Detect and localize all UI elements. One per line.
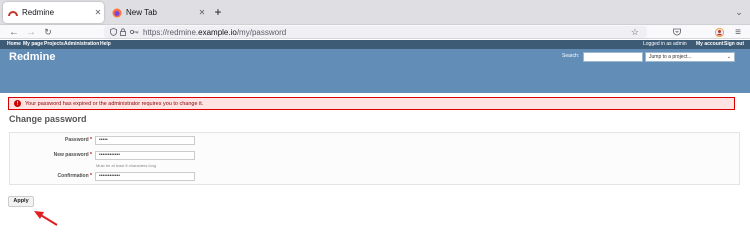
sign-out-link[interactable]: Sign out xyxy=(724,41,744,47)
top-menu-projects[interactable]: Projects xyxy=(44,41,64,47)
apply-button[interactable]: Apply xyxy=(8,196,34,207)
browser-nav-bar: ← → ↻ https://redmine.example.io/my/pass… xyxy=(0,25,750,39)
page-title: Change password xyxy=(9,114,87,124)
firefox-favicon-icon xyxy=(112,8,122,18)
main-content: ! Your password has expired or the admin… xyxy=(0,93,750,242)
forward-arrow-icon[interactable]: → xyxy=(25,25,37,39)
url-text: https://redmine.example.io/my/password xyxy=(143,27,287,37)
tab-redmine[interactable]: Redmine ✕ xyxy=(3,2,104,23)
tab-title: Redmine xyxy=(22,8,55,17)
search-input[interactable] xyxy=(583,52,643,62)
jump-to-project-select[interactable]: Jump to a project... ⌄ xyxy=(645,52,735,62)
url-bar[interactable]: https://redmine.example.io/my/password ☆ xyxy=(104,26,647,38)
top-menu: Home My page Projects Administration Hel… xyxy=(0,40,750,49)
password-label: Password * xyxy=(65,137,92,143)
flash-error-message: Your password has expired or the adminis… xyxy=(25,100,204,107)
close-tab-icon[interactable]: ✕ xyxy=(92,8,104,17)
browser-tab-strip: Redmine ✕ New Tab ✕ + ⌄ xyxy=(0,0,750,25)
tab-title: New Tab xyxy=(126,8,157,17)
confirmation-field[interactable]: •••••••••••• xyxy=(95,172,195,181)
lock-icon[interactable] xyxy=(118,28,128,36)
password-length-hint: Must be at least 8 characters long xyxy=(96,163,157,168)
jump-to-project-text: Jump to a project... xyxy=(649,54,692,60)
required-mark: * xyxy=(90,173,92,179)
shield-icon[interactable] xyxy=(108,28,118,36)
password-field[interactable]: ••••• xyxy=(95,136,195,145)
site-header: Redmine Search: Jump to a project... ⌄ xyxy=(0,49,750,93)
search-label: Search: xyxy=(562,53,580,59)
pocket-icon[interactable] xyxy=(671,25,683,39)
new-tab-plus-icon[interactable]: + xyxy=(211,4,225,20)
redmine-favicon-icon xyxy=(8,8,18,18)
my-account-link[interactable]: My account xyxy=(696,41,724,47)
password-form-box: Password * ••••• New password * ••••••••… xyxy=(9,132,740,185)
account-avatar-icon[interactable] xyxy=(713,25,725,39)
close-tab-icon[interactable]: ✕ xyxy=(196,8,208,17)
bookmark-star-icon[interactable]: ☆ xyxy=(631,27,639,38)
tab-new-tab[interactable]: New Tab ✕ xyxy=(107,2,208,23)
reload-icon[interactable]: ↻ xyxy=(42,25,54,39)
back-arrow-icon[interactable]: ← xyxy=(8,25,20,39)
top-menu-my-page[interactable]: My page xyxy=(23,41,43,47)
required-mark: * xyxy=(90,137,92,143)
top-menu-administration[interactable]: Administration xyxy=(64,41,99,47)
site-title[interactable]: Redmine xyxy=(9,51,55,63)
confirmation-label: Confirmation * xyxy=(57,173,92,179)
new-password-label: New password * xyxy=(53,152,92,158)
top-menu-help[interactable]: Help xyxy=(100,41,111,47)
permissions-key-icon[interactable] xyxy=(128,29,140,35)
required-mark: * xyxy=(90,152,92,158)
logged-in-as: Logged in as admin xyxy=(643,41,687,47)
error-icon: ! xyxy=(14,100,21,107)
new-password-field[interactable]: •••••••••••• xyxy=(95,151,195,160)
chevron-down-icon: ⌄ xyxy=(726,54,731,60)
list-all-tabs-chevron-icon[interactable]: ⌄ xyxy=(733,6,745,18)
flash-error: ! Your password has expired or the admin… xyxy=(8,97,735,110)
hamburger-menu-icon[interactable]: ≡ xyxy=(732,25,744,39)
top-menu-home[interactable]: Home xyxy=(7,41,21,47)
